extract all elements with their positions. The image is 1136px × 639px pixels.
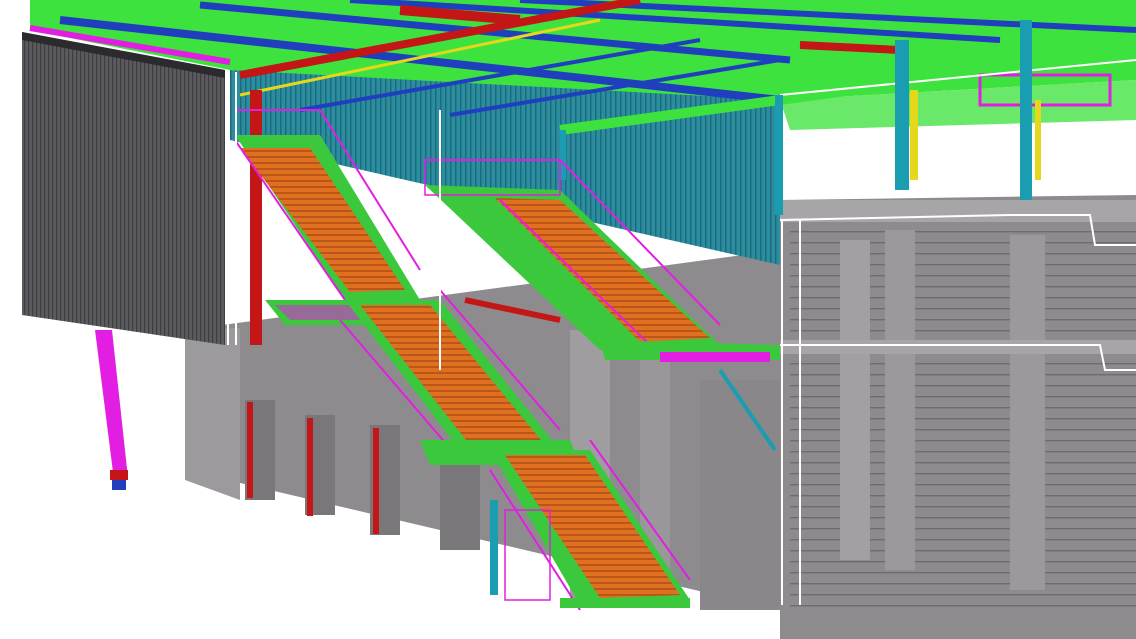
structural-model-render bbox=[22, 0, 1136, 639]
magenta-raking-column bbox=[95, 330, 128, 490]
grey-cladding-wall bbox=[22, 32, 225, 345]
model-viewport[interactable] bbox=[0, 0, 1136, 639]
